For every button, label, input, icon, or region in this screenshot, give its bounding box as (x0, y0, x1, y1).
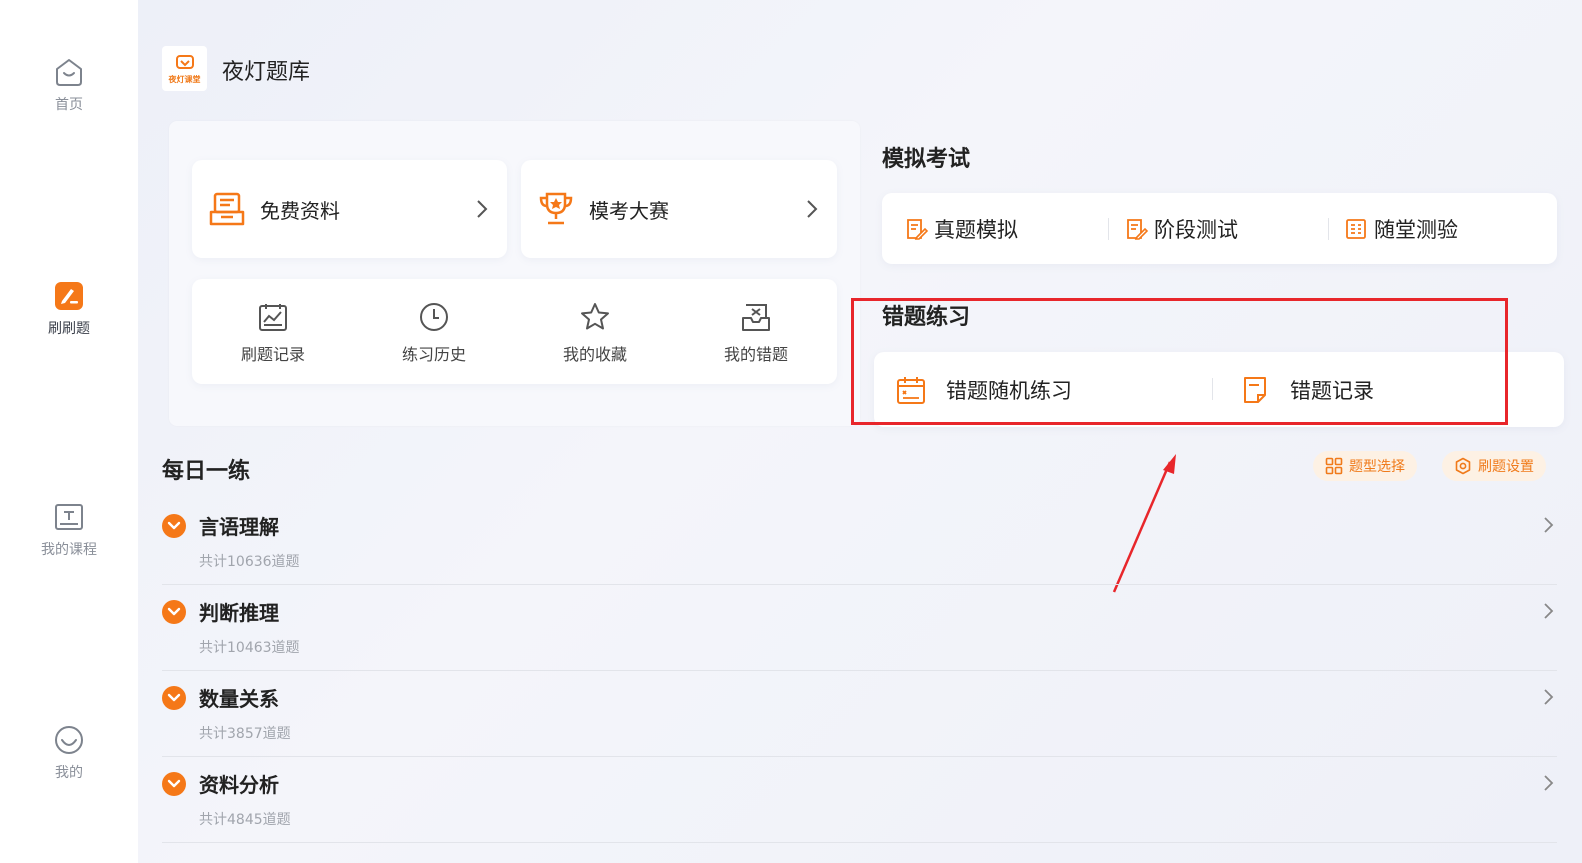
quick-label: 练习历史 (401, 345, 466, 364)
practice-settings-button[interactable]: 刷题设置 (1442, 451, 1546, 481)
checklist-icon (1346, 218, 1366, 239)
category-count: 共计4845道题 (199, 812, 291, 828)
home-icon (56, 59, 82, 86)
quick-label: 刷题记录 (240, 345, 305, 364)
expand-chevron-icon[interactable] (162, 600, 186, 624)
exam-paper-icon (907, 218, 928, 240)
practice-history-button[interactable]: 练习历史 (353, 279, 515, 384)
inbox-x-icon (742, 304, 770, 331)
lamp-logo-icon (175, 54, 194, 69)
grid-icon (1325, 457, 1343, 475)
divider (162, 842, 1557, 843)
quick-actions-card: 刷题记录 练习历史 我的收藏 我的错题 (192, 279, 837, 384)
category-row[interactable]: 言语理解 共计10636道题 (162, 499, 1557, 585)
quick-label: 我的收藏 (562, 345, 627, 364)
page-title: 夜灯题库 (222, 60, 311, 85)
exam-paper-icon (1127, 218, 1148, 240)
expand-chevron-icon[interactable] (162, 772, 186, 796)
my-wrong-questions-button[interactable]: 我的错题 (675, 279, 837, 384)
mock-item-label: 阶段测试 (1154, 217, 1238, 242)
category-count: 共计10636道题 (199, 554, 300, 570)
logo-text: 夜灯课堂 (168, 74, 201, 84)
tag-button-label: 题型选择 (1349, 459, 1405, 475)
app-logo: 夜灯课堂 (162, 46, 207, 91)
mock-item-label: 随堂测验 (1374, 217, 1458, 242)
divider (1108, 218, 1109, 240)
chevron-right-icon (1544, 517, 1554, 533)
tag-button-label: 刷题设置 (1478, 459, 1534, 475)
daily-practice-title: 每日一练 (162, 459, 251, 484)
my-favorites-button[interactable]: 我的收藏 (514, 279, 676, 384)
sidebar-item-label: 首页 (55, 97, 83, 113)
sidebar-item-home[interactable]: 首页 (0, 56, 138, 114)
mock-exam-title: 模拟考试 (882, 147, 971, 172)
sidebar-item-label: 我的课程 (41, 542, 97, 558)
chevron-right-icon (1544, 775, 1554, 791)
category-name: 数量关系 (199, 687, 279, 711)
mock-contest-label: 模考大赛 (589, 198, 669, 223)
hexagon-settings-icon (1455, 457, 1471, 475)
expand-chevron-icon[interactable] (162, 686, 186, 710)
sidebar-item-label: 我的 (55, 765, 83, 781)
practice-icon (55, 282, 83, 310)
clock-icon (420, 303, 448, 331)
mock-exam-card: 真题模拟 阶段测试 随堂测验 (882, 193, 1557, 264)
stage-test-button[interactable]: 阶段测试 (1124, 193, 1238, 264)
practice-panel: 免费资料 模考大赛 刷题记录 练习历史 我的收藏 我的错题 (169, 121, 860, 426)
sidebar-item-practice[interactable]: 刷刷题 (0, 280, 138, 338)
category-row[interactable]: 数量关系 共计3857道题 (162, 671, 1557, 757)
trophy-icon (539, 192, 573, 225)
sidebar-item-courses[interactable]: 我的课程 (0, 501, 138, 559)
expand-chevron-icon[interactable] (162, 514, 186, 538)
document-tray-icon (209, 192, 245, 226)
quick-label: 我的错题 (723, 345, 788, 364)
chart-record-icon (259, 304, 287, 331)
class-quiz-button[interactable]: 随堂测验 (1344, 193, 1458, 264)
category-row[interactable]: 资料分析 共计4845道题 (162, 757, 1557, 843)
category-count: 共计3857道题 (199, 726, 291, 742)
annotation-highlight-box (851, 298, 1508, 425)
chevron-right-icon (1544, 689, 1554, 705)
divider (1328, 218, 1329, 240)
real-exam-simulation-button[interactable]: 真题模拟 (904, 193, 1018, 264)
mock-item-label: 真题模拟 (934, 217, 1018, 242)
category-name: 言语理解 (199, 515, 279, 539)
chevron-right-icon (1544, 603, 1554, 619)
category-count: 共计10463道题 (199, 640, 300, 656)
sidebar: 首页 刷刷题 我的课程 我的 (0, 0, 138, 863)
mock-contest-card[interactable]: 模考大赛 (521, 160, 837, 258)
sidebar-item-profile[interactable]: 我的 (0, 724, 138, 782)
free-materials-label: 免费资料 (260, 198, 340, 223)
practice-record-button[interactable]: 刷题记录 (192, 279, 354, 384)
category-row[interactable]: 判断推理 共计10463道题 (162, 585, 1557, 671)
question-type-select-button[interactable]: 题型选择 (1313, 451, 1417, 481)
category-name: 判断推理 (199, 601, 279, 625)
category-name: 资料分析 (199, 773, 279, 797)
profile-icon (55, 726, 83, 754)
chevron-right-icon (807, 200, 818, 218)
star-icon (581, 303, 609, 330)
free-materials-card[interactable]: 免费资料 (192, 160, 507, 258)
sidebar-item-label: 刷刷题 (48, 321, 90, 337)
course-icon (55, 504, 83, 530)
chevron-right-icon (477, 200, 488, 218)
